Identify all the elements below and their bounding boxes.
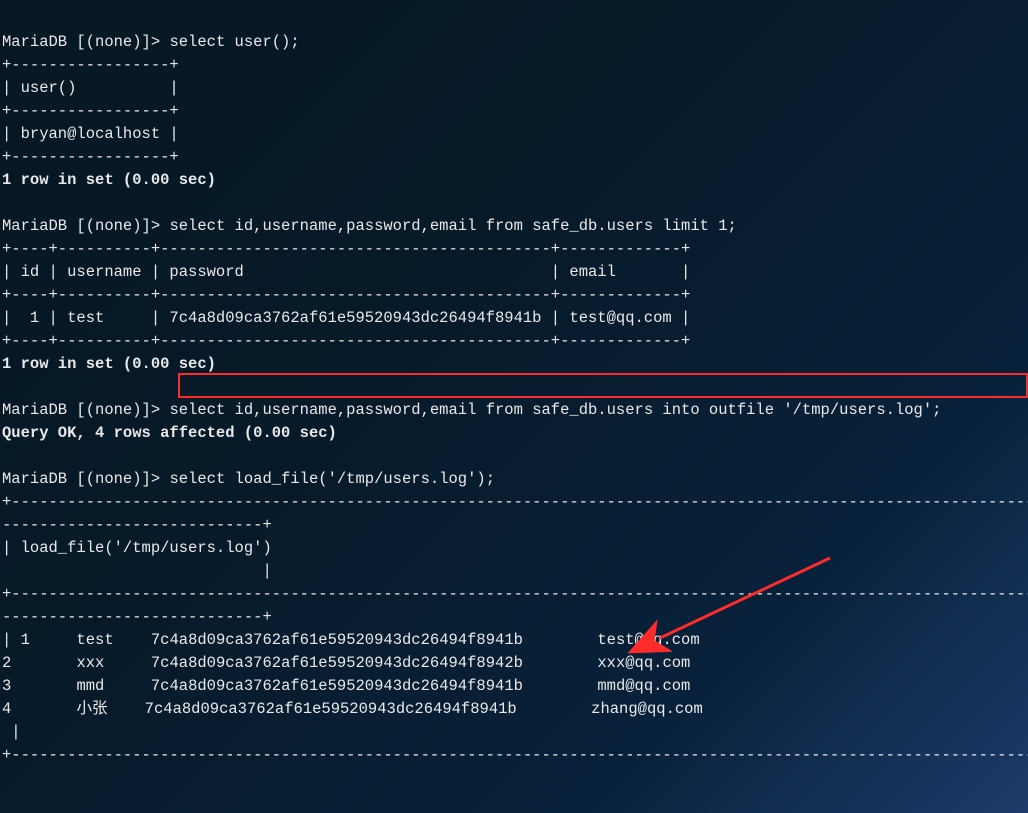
status-line: 1 row in set (0.00 sec) bbox=[2, 171, 216, 189]
prompt: MariaDB [(none)]> bbox=[2, 401, 169, 419]
terminal-output[interactable]: MariaDB [(none)]> select user(); +------… bbox=[2, 8, 1026, 767]
table-header: | user() | bbox=[2, 79, 179, 97]
table-row: 3 mmd 7c4a8d09ca3762af61e59520943dc26494… bbox=[2, 677, 690, 695]
prompt: MariaDB [(none)]> bbox=[2, 470, 169, 488]
table-row: | 1 test 7c4a8d09ca3762af61e59520943dc26… bbox=[2, 631, 700, 649]
table-row: 2 xxx 7c4a8d09ca3762af61e59520943dc26494… bbox=[2, 654, 690, 672]
table-border: | bbox=[2, 723, 21, 741]
table-border: +-----------------+ bbox=[2, 148, 179, 166]
table-header: | load_file('/tmp/users.log') bbox=[2, 539, 272, 557]
table-border: | bbox=[2, 562, 272, 580]
table-row: 4 小张 7c4a8d09ca3762af61e59520943dc26494f… bbox=[2, 700, 703, 718]
status-line: Query OK, 4 rows affected (0.00 sec) bbox=[2, 424, 337, 442]
table-border: ----------------------------+ bbox=[2, 516, 272, 534]
table-border: +---------------------------------------… bbox=[2, 493, 1028, 511]
table-row: | bryan@localhost | bbox=[2, 125, 179, 143]
sql-command: select id,username,password,email from s… bbox=[169, 217, 736, 235]
prompt: MariaDB [(none)]> bbox=[2, 217, 169, 235]
table-border: +----+----------+-----------------------… bbox=[2, 332, 690, 350]
status-line: 1 row in set (0.00 sec) bbox=[2, 355, 216, 373]
sql-command: select user(); bbox=[169, 33, 299, 51]
table-border: +---------------------------------------… bbox=[2, 746, 1028, 764]
table-row: | 1 | test | 7c4a8d09ca3762af61e59520943… bbox=[2, 309, 690, 327]
table-border: +----+----------+-----------------------… bbox=[2, 286, 690, 304]
sql-command-highlighted: select id,username,password,email from s… bbox=[169, 401, 941, 419]
prompt: MariaDB [(none)]> bbox=[2, 33, 169, 51]
sql-command: select load_file('/tmp/users.log'); bbox=[169, 470, 495, 488]
table-border: +---------------------------------------… bbox=[2, 585, 1028, 603]
table-border: ----------------------------+ bbox=[2, 608, 272, 626]
table-border: +----+----------+-----------------------… bbox=[2, 240, 690, 258]
table-border: +-----------------+ bbox=[2, 102, 179, 120]
table-header: | id | username | password | email | bbox=[2, 263, 690, 281]
table-border: +-----------------+ bbox=[2, 56, 179, 74]
